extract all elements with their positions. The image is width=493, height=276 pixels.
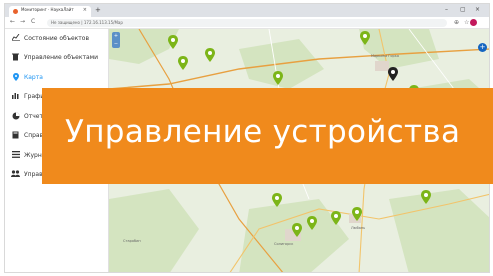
tab-title: Мониторинг · НаукаЛайт: [21, 7, 74, 12]
trash-bin-icon: [11, 53, 20, 63]
browser-tab[interactable]: Мониторинг · НаукаЛайт ×: [9, 6, 91, 17]
close-window-button[interactable]: ×: [475, 6, 480, 13]
selected-marker-icon[interactable]: [388, 67, 398, 81]
sidebar-item-objects[interactable]: Управление объектами: [5, 50, 109, 66]
zoom-icon[interactable]: ⊕: [454, 19, 459, 26]
sidebar-item-state[interactable]: Состояние объектов: [5, 31, 109, 47]
device-marker-icon[interactable]: [205, 48, 215, 62]
map-add-button[interactable]: +: [478, 43, 487, 52]
tab-strip: Мониторинг · НаукаЛайт × + – ▢ ×: [5, 4, 489, 17]
device-marker-icon[interactable]: [292, 223, 302, 237]
book-icon: [11, 131, 20, 141]
map-place-label: Марьина Горка: [371, 54, 400, 58]
device-marker-icon[interactable]: [178, 56, 188, 70]
pie-chart-icon: [11, 112, 20, 122]
address-text: Не защищено | 172.16.113.15/Map: [51, 20, 123, 25]
forward-button[interactable]: →: [20, 18, 25, 25]
bookmark-star-icon[interactable]: ☆: [464, 19, 469, 26]
favicon-icon: [13, 9, 18, 14]
map-place-label: Старобин: [123, 239, 141, 243]
back-button[interactable]: ←: [10, 18, 15, 25]
zoom-in-button[interactable]: +: [112, 32, 120, 40]
sidebar-item-label: Управление объектами: [24, 54, 99, 61]
zoom-out-button[interactable]: −: [112, 40, 120, 48]
device-marker-icon[interactable]: [168, 35, 178, 49]
reload-button[interactable]: C: [31, 18, 35, 25]
map-place-label: Любань: [351, 226, 366, 230]
browser-toolbar: ← → C Не защищено | 172.16.113.15/Map ⊕ …: [5, 17, 489, 29]
device-marker-icon[interactable]: [331, 211, 341, 225]
minimize-button[interactable]: –: [445, 6, 448, 13]
maximize-button[interactable]: ▢: [460, 6, 466, 13]
map-place-label: Солигорск: [274, 242, 294, 246]
address-bar[interactable]: Не защищено | 172.16.113.15/Map: [47, 19, 447, 27]
device-marker-icon[interactable]: [307, 216, 317, 230]
sidebar-item-map[interactable]: Карта: [5, 70, 109, 86]
tab-close-icon[interactable]: ×: [83, 7, 87, 13]
map-pin-icon: [11, 73, 20, 83]
banner-title: Управление устройства: [65, 114, 461, 150]
device-marker-icon[interactable]: [360, 31, 370, 45]
users-icon: [11, 170, 20, 179]
sidebar-item-label: Карта: [24, 74, 43, 81]
device-marker-icon[interactable]: [273, 71, 283, 85]
new-tab-button[interactable]: +: [95, 6, 101, 14]
device-marker-icon[interactable]: [272, 193, 282, 207]
list-icon: [11, 151, 20, 160]
device-marker-icon[interactable]: [352, 207, 362, 221]
map-zoom-controls[interactable]: + −: [112, 32, 120, 48]
chart-line-icon: [11, 33, 20, 43]
bar-chart-icon: [11, 92, 20, 101]
device-marker-icon[interactable]: [421, 190, 431, 204]
sidebar-item-label: Состояние объектов: [24, 35, 89, 42]
profile-avatar[interactable]: [470, 19, 477, 26]
screenshot-root: Мониторинг · НаукаЛайт × + – ▢ × ← → C Н…: [0, 0, 493, 276]
title-banner: Управление устройства: [42, 88, 493, 184]
